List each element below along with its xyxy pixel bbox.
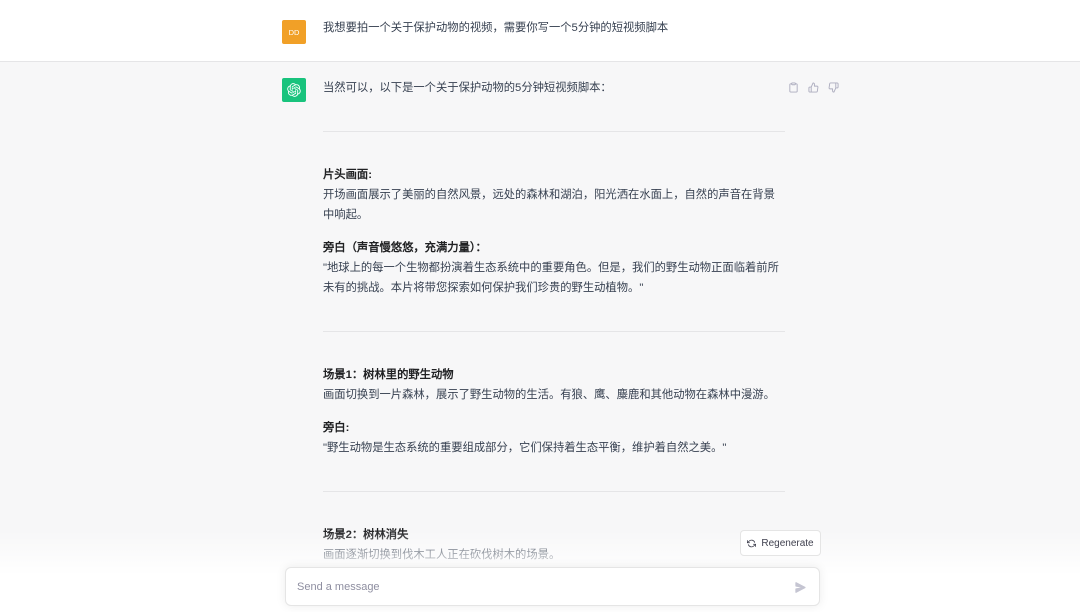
regenerate-label: Regenerate bbox=[761, 537, 814, 549]
thumbs-down-icon bbox=[828, 82, 839, 93]
assistant-message-content: 片头画面: 开场画面展示了美丽的自然风景，远处的森林和湖泊，阳光洒在水面上，自然… bbox=[323, 131, 785, 598]
assistant-message-row: 当然可以，以下是一个关于保护动物的5分钟短视频脚本： 片头画面: 开场画面展示了… bbox=[0, 62, 1080, 612]
thumbs-down-button[interactable] bbox=[827, 81, 840, 94]
clipboard-icon bbox=[789, 82, 798, 93]
item-heading: 旁白: bbox=[323, 422, 350, 434]
script-section: 场景1：树林里的野生动物 画面切换到一片森林，展示了野生动物的生活。有狼、鹰、麋… bbox=[323, 331, 785, 491]
item-text: 画面逐渐切换到伐木工人正在砍伐树木的场景。 bbox=[323, 549, 561, 561]
refresh-icon bbox=[747, 539, 757, 547]
regenerate-button[interactable]: Regenerate bbox=[740, 530, 821, 556]
item-heading: 场景2：树林消失 bbox=[323, 529, 409, 541]
item-text: 画面切换到一片森林，展示了野生动物的生活。有狼、鹰、麋鹿和其他动物在森林中漫游。 bbox=[323, 389, 775, 401]
chat-page: DD 我想要拍一个关于保护动物的视频，需要你写一个5分钟的短视频脚本 当然可以，… bbox=[0, 0, 1080, 612]
item-text: 开场画面展示了美丽的自然风景，远处的森林和湖泊，阳光洒在水面上，自然的声音在背景… bbox=[323, 189, 775, 221]
user-avatar: DD bbox=[282, 20, 306, 44]
assistant-avatar bbox=[282, 78, 306, 102]
send-icon bbox=[794, 581, 806, 593]
thumbs-up-button[interactable] bbox=[807, 81, 820, 94]
user-message-text: 我想要拍一个关于保护动物的视频，需要你写一个5分钟的短视频脚本 bbox=[323, 22, 669, 34]
script-item: 旁白: "野生动物是生态系统的重要组成部分，它们保持着生态平衡，维护着自然之美。… bbox=[323, 418, 785, 458]
item-text: "野生动物是生态系统的重要组成部分，它们保持着生态平衡，维护着自然之美。" bbox=[323, 442, 727, 454]
item-heading: 旁白（声音慢悠悠，充满力量）： bbox=[323, 242, 487, 254]
script-item: 场景2：树林消失 画面逐渐切换到伐木工人正在砍伐树木的场景。 bbox=[323, 525, 785, 565]
script-item: 场景1：树林里的野生动物 画面切换到一片森林，展示了野生动物的生活。有狼、鹰、麋… bbox=[323, 365, 785, 405]
script-section: 片头画面: 开场画面展示了美丽的自然风景，远处的森林和湖泊，阳光洒在水面上，自然… bbox=[323, 131, 785, 331]
thumbs-up-icon bbox=[808, 82, 819, 93]
script-item: 片头画面: 开场画面展示了美丽的自然风景，远处的森林和湖泊，阳光洒在水面上，自然… bbox=[323, 165, 785, 225]
assistant-intro-text: 当然可以，以下是一个关于保护动物的5分钟短视频脚本： bbox=[323, 82, 612, 94]
item-heading: 场景1：树林里的野生动物 bbox=[323, 369, 454, 381]
script-item: 旁白（声音慢悠悠，充满力量）： "地球上的每一个生物都扮演着生态系统中的重要角色… bbox=[323, 238, 785, 298]
copy-button[interactable] bbox=[787, 81, 800, 94]
user-message-row: DD 我想要拍一个关于保护动物的视频，需要你写一个5分钟的短视频脚本 bbox=[0, 0, 1080, 62]
item-heading: 片头画面: bbox=[323, 169, 372, 181]
message-composer bbox=[285, 567, 820, 606]
message-actions bbox=[787, 81, 847, 94]
message-input[interactable] bbox=[297, 568, 777, 605]
send-button[interactable] bbox=[793, 580, 807, 594]
item-text: "地球上的每一个生物都扮演着生态系统中的重要角色。但是，我们的野生动物正面临着前… bbox=[323, 262, 779, 294]
openai-logo-icon bbox=[287, 83, 301, 97]
